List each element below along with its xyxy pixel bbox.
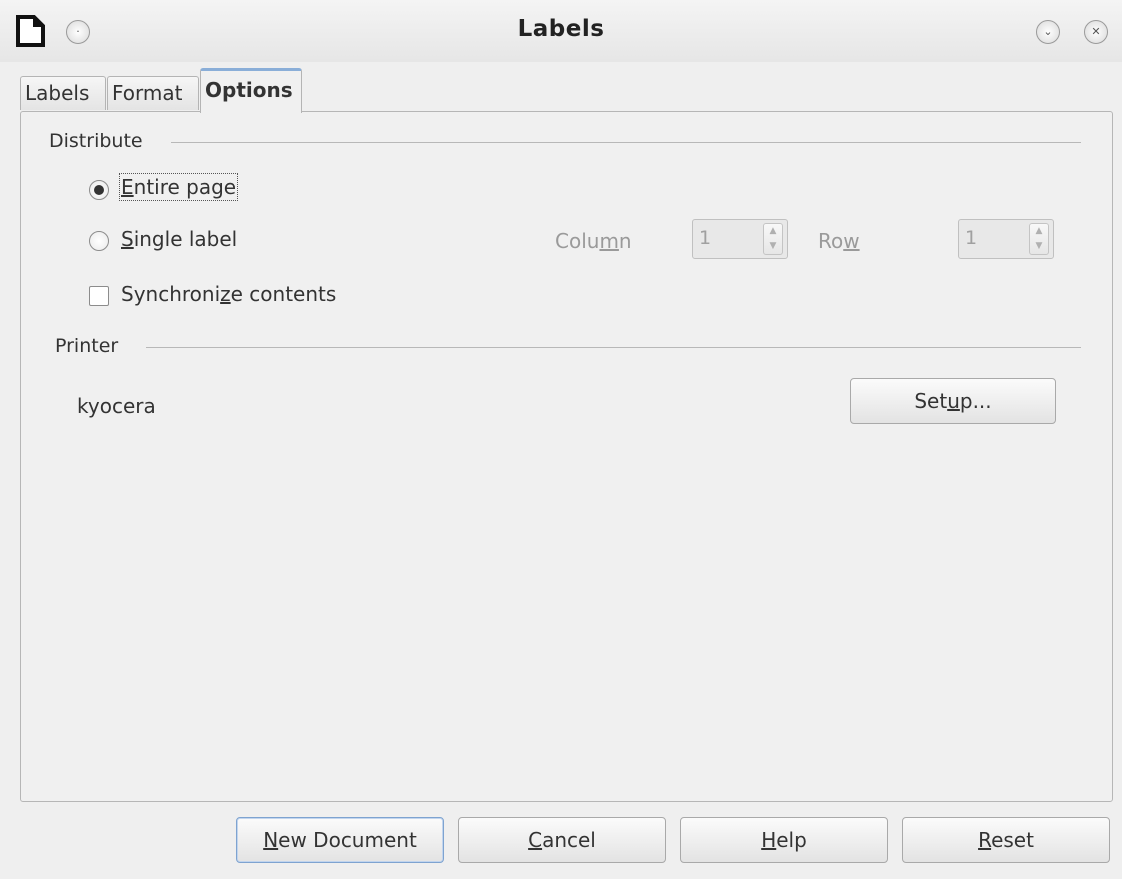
- window-title: Labels: [517, 16, 605, 42]
- new-document-button[interactable]: New Document: [236, 817, 444, 863]
- spin-up-icon[interactable]: ▲: [764, 224, 782, 239]
- close-icon[interactable]: ✕: [1084, 20, 1108, 44]
- synchronize-label[interactable]: Synchronize contents: [121, 282, 336, 306]
- column-spin-arrows[interactable]: ▲ ▼: [763, 223, 783, 255]
- radio-selected-dot: [94, 185, 104, 195]
- minimize-icon[interactable]: ⌄: [1036, 20, 1060, 44]
- tab-format[interactable]: Format: [107, 76, 199, 110]
- spin-down-icon[interactable]: ▼: [1030, 239, 1048, 254]
- distribute-section-label: Distribute: [49, 130, 153, 152]
- distribute-separator: [171, 142, 1081, 143]
- tab-labels[interactable]: Labels: [20, 76, 106, 110]
- column-spinbox[interactable]: 1 ▲ ▼: [692, 219, 788, 259]
- tab-options[interactable]: Options: [200, 68, 302, 113]
- options-panel: Distribute Entire page Single label Colu…: [20, 111, 1113, 802]
- printer-section-label: Printer: [55, 335, 129, 357]
- printer-separator: [146, 347, 1081, 348]
- single-label-radio[interactable]: [89, 231, 109, 251]
- column-value: 1: [699, 227, 712, 249]
- single-label-label[interactable]: Single label: [121, 227, 237, 251]
- title-bar: · Labels ⌄ ✕: [0, 0, 1122, 62]
- help-button[interactable]: Help: [680, 817, 888, 863]
- row-spinbox[interactable]: 1 ▲ ▼: [958, 219, 1054, 259]
- synchronize-checkbox[interactable]: [89, 286, 109, 306]
- cancel-button[interactable]: Cancel: [458, 817, 666, 863]
- setup-button[interactable]: Setup...: [850, 378, 1056, 424]
- printer-name: kyocera: [77, 394, 156, 418]
- spin-up-icon[interactable]: ▲: [1030, 224, 1048, 239]
- row-value: 1: [965, 227, 978, 249]
- spin-down-icon[interactable]: ▼: [764, 239, 782, 254]
- row-spin-arrows[interactable]: ▲ ▼: [1029, 223, 1049, 255]
- reset-button[interactable]: Reset: [902, 817, 1110, 863]
- row-label: Row: [818, 229, 860, 253]
- entire-page-label[interactable]: Entire page: [118, 173, 239, 201]
- entire-page-radio[interactable]: [89, 180, 109, 200]
- column-label: Column: [555, 229, 632, 253]
